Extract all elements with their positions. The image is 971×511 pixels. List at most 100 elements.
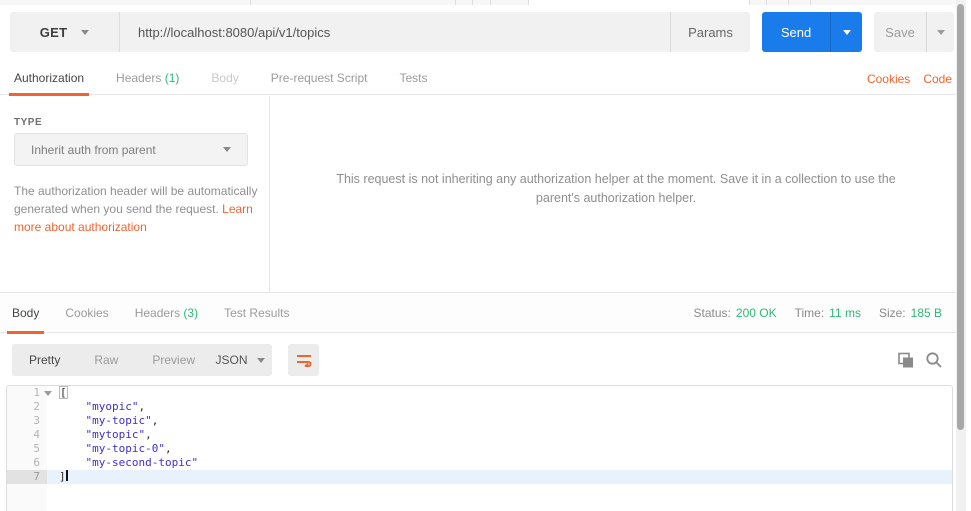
- line-number: 3: [7, 414, 47, 428]
- json-string: "myopic": [59, 400, 139, 413]
- json-string: "my-second-topic": [59, 456, 199, 469]
- request-bar: GET Params: [10, 12, 750, 52]
- auth-type-value: Inherit auth from parent: [31, 142, 156, 157]
- code-line-active[interactable]: 7 ]: [7, 470, 952, 484]
- tab-response-headers[interactable]: Headers (3): [135, 293, 198, 333]
- method-label: GET: [39, 24, 68, 40]
- code-line[interactable]: 5 "my-topic-0",: [7, 442, 952, 456]
- auth-description: The authorization header will be automat…: [14, 182, 262, 236]
- code-line[interactable]: 1 [: [7, 386, 952, 400]
- url-input[interactable]: [120, 12, 670, 52]
- auth-type-label: TYPE: [14, 117, 43, 128]
- json-punctuation: ,: [145, 428, 152, 441]
- json-punctuation: ,: [138, 400, 146, 413]
- line-number: 5: [7, 442, 47, 456]
- json-string: "my-topic": [59, 414, 152, 427]
- chevron-down-icon: [256, 357, 265, 363]
- headers-count-badge: (1): [164, 70, 180, 85]
- size-indicator: Size: 185 B: [879, 306, 942, 320]
- code-text: "my-second-topic": [47, 456, 952, 470]
- method-dropdown[interactable]: GET: [10, 12, 120, 52]
- time-label: Time:: [794, 305, 825, 320]
- code-line[interactable]: 3 "my-topic",: [7, 414, 952, 428]
- view-preview-button[interactable]: Preview: [135, 344, 212, 376]
- time-indicator: Time: 11 ms: [795, 306, 861, 320]
- code-text: "my-topic-0",: [47, 442, 952, 456]
- tab-strip-divider: [766, 0, 767, 5]
- editor-empty-area[interactable]: [7, 484, 952, 511]
- send-options-button[interactable]: [830, 12, 862, 52]
- size-label: Size:: [878, 305, 906, 320]
- page-scrollbar[interactable]: [956, 0, 966, 511]
- tab-strip-divider: [455, 0, 456, 5]
- code-line[interactable]: 2 "myopic",: [7, 400, 952, 414]
- response-format-select[interactable]: JSON: [208, 344, 272, 376]
- status-value: 200 OK: [735, 305, 777, 320]
- auth-description-text: The authorization header will be automat…: [14, 184, 258, 216]
- response-body-editor[interactable]: 1 [ 2 "myopic", 3 "my-topic", 4 "mytopic…: [6, 385, 953, 511]
- tab-tests[interactable]: Tests: [399, 62, 427, 95]
- code-text: "mytopic",: [47, 428, 952, 442]
- tab-headers-label: Headers: [116, 70, 162, 85]
- matched-bracket: [: [59, 386, 68, 399]
- response-format-value: JSON: [215, 353, 248, 367]
- chevron-down-icon: [81, 29, 90, 35]
- status-label: Status:: [693, 305, 731, 320]
- send-button[interactable]: Send: [762, 12, 830, 52]
- tab-response-cookies[interactable]: Cookies: [65, 293, 108, 333]
- authorization-panel: TYPE Inherit auth from parent The author…: [0, 96, 270, 292]
- tab-body[interactable]: Body: [211, 62, 238, 95]
- copy-response-button[interactable]: [897, 352, 915, 370]
- code-line[interactable]: 4 "mytopic",: [7, 428, 952, 442]
- response-view-switch: Pretty Raw Preview: [12, 344, 213, 376]
- line-number: 2: [7, 400, 47, 414]
- code-text: [: [47, 386, 952, 400]
- json-string: "mytopic": [59, 428, 146, 441]
- chevron-down-icon: [936, 29, 945, 35]
- postman-window: GET Params Send Save Authorization Heade…: [0, 0, 971, 511]
- tab-prerequest-script[interactable]: Pre-request Script: [271, 62, 368, 95]
- wrap-text-button[interactable]: [288, 344, 319, 376]
- code-text: "my-topic",: [47, 414, 952, 428]
- code-text: "myopic",: [47, 400, 952, 414]
- json-string: "my-topic-0": [59, 442, 165, 455]
- view-pretty-button[interactable]: Pretty: [12, 344, 77, 376]
- tab-strip-divider: [250, 0, 251, 5]
- tab-strip-divider: [472, 0, 473, 5]
- params-button[interactable]: Params: [670, 12, 750, 52]
- tab-test-results[interactable]: Test Results: [224, 293, 289, 333]
- cookies-link[interactable]: Cookies: [867, 72, 910, 86]
- code-text: ]: [47, 470, 952, 484]
- request-tab-bar: Authorization Headers (1) Body Pre-reque…: [0, 62, 956, 96]
- fold-caret-icon[interactable]: [44, 391, 52, 396]
- copy-icon: [898, 352, 913, 368]
- chevron-down-icon: [223, 147, 231, 152]
- size-value: 185 B: [910, 305, 942, 320]
- line-number: 6: [7, 456, 47, 470]
- auth-helper-message: This request is not inheriting any autho…: [336, 172, 896, 205]
- tab-strip-divider: [810, 0, 811, 5]
- json-punctuation: ]: [59, 470, 66, 483]
- line-number: 1: [7, 386, 47, 400]
- tab-strip-divider: [490, 0, 491, 5]
- scrollbar-thumb[interactable]: [957, 4, 964, 430]
- save-button[interactable]: Save: [874, 12, 926, 52]
- tab-headers[interactable]: Headers (1): [116, 62, 179, 95]
- json-punctuation: ,: [164, 442, 172, 455]
- view-raw-button[interactable]: Raw: [77, 344, 135, 376]
- text-cursor: [65, 470, 68, 481]
- code-line[interactable]: 6 "my-second-topic": [7, 456, 952, 470]
- search-icon: [926, 352, 942, 368]
- search-response-button[interactable]: [925, 351, 943, 369]
- auth-type-select[interactable]: Inherit auth from parent: [14, 133, 248, 166]
- gutter-column: [7, 484, 47, 511]
- code-link[interactable]: Code: [923, 72, 952, 86]
- active-request-tab[interactable]: [528, 0, 750, 5]
- tab-response-body[interactable]: Body: [6, 293, 45, 334]
- status-indicator: Status: 200 OK: [694, 306, 777, 320]
- tab-authorization[interactable]: Authorization: [8, 62, 90, 96]
- save-options-button[interactable]: [926, 12, 954, 52]
- response-headers-label: Headers: [134, 305, 181, 320]
- send-button-group: Send: [762, 12, 862, 52]
- app-tab-strip[interactable]: [0, 0, 956, 5]
